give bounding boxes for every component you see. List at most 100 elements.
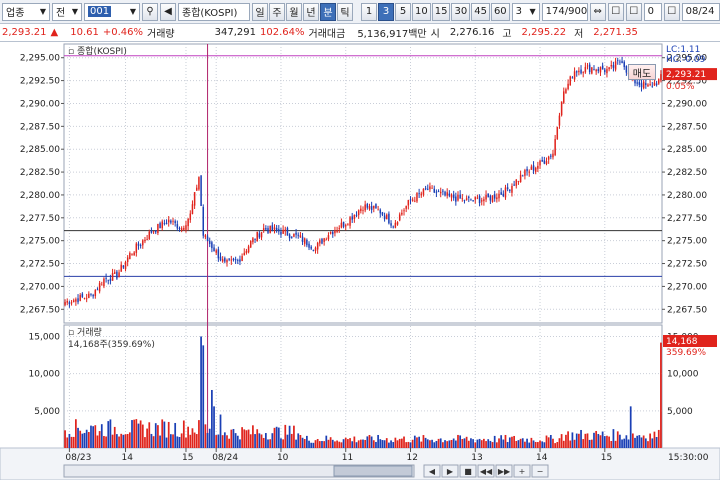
interval-button-30[interactable]: 30	[451, 2, 471, 21]
volume-bar	[141, 424, 144, 448]
candle-body	[133, 252, 135, 256]
volume-tick-label-left: 10,000	[29, 370, 61, 380]
volume-bar	[638, 435, 641, 448]
price-tick-label-left: 2,272.50	[20, 260, 60, 270]
type-select[interactable]: 전 ▼	[52, 2, 82, 21]
volume-bar	[318, 441, 321, 448]
interval-button-60[interactable]: 60	[490, 2, 510, 21]
interval-button-15[interactable]: 15	[431, 2, 451, 21]
volume-bar	[321, 441, 323, 448]
volume-bar	[178, 436, 181, 448]
candle-body	[148, 231, 151, 239]
candle-body	[604, 69, 606, 73]
volume-bar	[293, 425, 295, 448]
volume-bar	[493, 435, 496, 448]
candle-body	[377, 209, 379, 211]
candle-body	[599, 67, 602, 73]
up-arrow-icon: ▲	[50, 27, 59, 38]
volume-bar	[351, 441, 354, 448]
volume-bar	[269, 439, 272, 448]
volume-bar	[306, 435, 308, 448]
interval-button-1[interactable]: 1	[361, 2, 377, 21]
candle-body	[470, 199, 472, 201]
volume-bar	[146, 428, 148, 448]
volume-bar	[396, 440, 399, 448]
volume-bar	[426, 439, 429, 448]
period-tab-월[interactable]: 월	[286, 2, 302, 21]
price-volume-chart[interactable]: 2,295.00 2,295.002,292.50 2,292.502,290.00…	[0, 42, 720, 480]
period-tab-분[interactable]: 분	[320, 2, 336, 21]
candle-body	[325, 239, 328, 241]
volume-bar	[485, 441, 487, 448]
checkbox-icon[interactable]: ☐	[607, 2, 624, 21]
candle-body	[275, 227, 278, 231]
volume-bar	[122, 434, 125, 448]
candle-body	[424, 188, 427, 190]
volume-bar	[647, 441, 649, 448]
period-tab-일[interactable]: 일	[252, 2, 268, 21]
candle-body	[351, 216, 353, 220]
sell-button[interactable]: 매도	[628, 64, 656, 80]
volume-bar	[342, 439, 345, 448]
interval-button-3[interactable]: 3	[378, 2, 394, 21]
candle-body	[457, 194, 459, 201]
candle-body	[308, 243, 310, 248]
volume-bar	[400, 438, 403, 448]
candle-body	[124, 262, 127, 270]
checkbox-icon[interactable]: ☐	[663, 2, 680, 21]
period-tab-주[interactable]: 주	[269, 2, 285, 21]
volume-bar	[295, 439, 297, 448]
candle-body	[336, 230, 338, 232]
candle-body	[329, 232, 332, 234]
expand-icon[interactable]: ⇔	[589, 2, 606, 21]
date-field[interactable]: 08/24	[681, 2, 720, 21]
speaker-icon[interactable]: ◀	[160, 2, 176, 21]
price-tick-label-right: 2,285.00	[667, 145, 707, 155]
volume-bar	[435, 440, 438, 448]
volume-bar	[629, 406, 632, 448]
interval-button-5[interactable]: 5	[395, 2, 411, 21]
time-tick-label: 08/23	[65, 453, 91, 463]
candle-body	[455, 196, 457, 202]
volume-bar	[377, 434, 379, 448]
volume-bar	[174, 422, 177, 448]
candle-body	[349, 217, 351, 226]
candle-body	[534, 167, 537, 172]
time-tick-label: 14	[122, 453, 134, 463]
search-icon[interactable]: ⚲	[142, 2, 158, 21]
volume-bar	[282, 439, 284, 448]
candle-body	[610, 65, 613, 67]
interval-button-45[interactable]: 45	[471, 2, 490, 21]
volume-bar	[508, 437, 511, 448]
volume-bar	[131, 420, 133, 448]
candle-body	[241, 256, 243, 261]
candle-body	[409, 199, 412, 201]
volume-bar	[537, 442, 539, 448]
period-tab-년[interactable]: 년	[303, 2, 319, 21]
chart-area[interactable]: 2,295.00 2,295.00 2,292.50 2,292.50 2,290.00…	[0, 42, 720, 480]
interval-select[interactable]: 3 ▼	[511, 2, 540, 21]
candle-body	[571, 77, 574, 79]
candle-body	[113, 272, 116, 274]
period-tab-틱[interactable]: 틱	[337, 2, 353, 21]
candle-body	[504, 187, 507, 198]
candle-body	[584, 66, 587, 73]
candle-body	[530, 166, 533, 170]
candle-body	[547, 156, 550, 160]
candle-body	[129, 252, 131, 259]
volume-bar	[407, 441, 410, 448]
volume-bar	[502, 439, 505, 448]
price-tick-label-left: 2,287.50	[20, 122, 60, 132]
candle-body	[269, 225, 271, 233]
interval-button-10[interactable]: 10	[412, 2, 431, 21]
volume-bar	[385, 438, 388, 448]
price-tick-label-left: 2,285.00	[20, 145, 60, 155]
candle-body	[157, 223, 159, 234]
code-input[interactable]: 001 ▼	[84, 2, 140, 21]
volume-bar	[470, 438, 472, 448]
category-select[interactable]: 업종 ▼	[2, 2, 50, 21]
candle-body	[81, 293, 84, 297]
volume-bar	[495, 442, 498, 448]
checkbox-icon[interactable]: ☐	[625, 2, 642, 21]
volume-bar	[478, 438, 481, 448]
